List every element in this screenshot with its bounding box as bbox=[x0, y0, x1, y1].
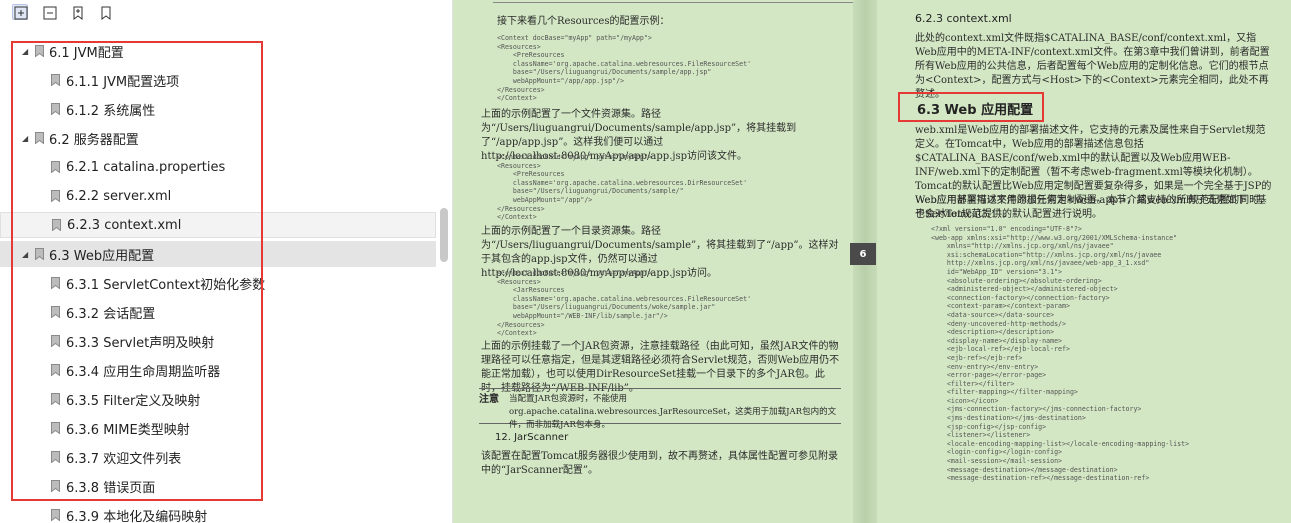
toc-item-label: 6.2 服务器配置 bbox=[49, 132, 139, 148]
toc-item-label: 6.3.1 ServletContext初始化参数 bbox=[66, 277, 266, 293]
toc-item[interactable]: 6.3.7 欢迎文件列表 bbox=[0, 444, 436, 470]
heading-web-app-config: 6.3 Web 应用配置 bbox=[917, 103, 1034, 118]
heading-jarscanner: 12. JarScanner bbox=[495, 432, 569, 443]
expand-arrow-icon[interactable]: ◢ bbox=[22, 250, 28, 259]
left-intro: 接下来看几个Resources的配置示例： bbox=[497, 16, 670, 27]
toc-item-label: 6.3.9 本地化及编码映射 bbox=[66, 509, 208, 523]
add-bookmark-icon[interactable] bbox=[69, 4, 85, 20]
toc-item-label: 6.3.2 会话配置 bbox=[66, 306, 156, 322]
bookmark-icon bbox=[51, 509, 60, 521]
scrollbar-thumb[interactable] bbox=[440, 208, 448, 262]
bookmark-icon bbox=[51, 364, 60, 376]
toc-item[interactable]: 6.2.3 context.xml bbox=[0, 212, 436, 238]
bookmark-icon bbox=[51, 277, 60, 289]
bookmark-sidebar: ◢ 6.1 JVM配置 6.1.1 JVM配置选项 6.1.2 系统属性 ◢ 6.2 服务… bbox=[0, 0, 453, 523]
heading-context-xml: 6.2.3 context.xml bbox=[915, 12, 1012, 25]
toc-item-label: 6.3.8 错误页面 bbox=[66, 480, 156, 496]
toc-item[interactable]: 6.2.2 server.xml bbox=[0, 183, 436, 209]
chapter-tab: 6 bbox=[850, 243, 876, 265]
code-block-1: <Context docBase="myApp" path="/myApp"> … bbox=[497, 34, 752, 103]
toc-item[interactable]: 6.3.5 Filter定义及映射 bbox=[0, 386, 436, 412]
bookmark-icon bbox=[35, 45, 44, 57]
toc-item-label: 6.3 Web应用配置 bbox=[49, 248, 155, 264]
bookmark-icon bbox=[35, 132, 44, 144]
toc-item[interactable]: 6.3.2 会话配置 bbox=[0, 299, 436, 325]
toc-item[interactable]: 6.1.1 JVM配置选项 bbox=[0, 67, 436, 93]
toc-item[interactable]: 6.3.6 MIME类型映射 bbox=[0, 415, 436, 441]
note-text: 当配置JAR包资源时，不能使用org.apache.catalina.webre… bbox=[509, 394, 837, 430]
toc-item[interactable]: ◢ 6.1 JVM配置 bbox=[0, 38, 436, 64]
expand-arrow-icon[interactable]: ◢ bbox=[22, 47, 28, 56]
bookmark-icon bbox=[51, 190, 60, 202]
bookmark-icon bbox=[51, 335, 60, 347]
toc-item-label: 6.1.2 系统属性 bbox=[66, 103, 156, 119]
toc-item-label: 6.1 JVM配置 bbox=[49, 45, 124, 61]
toc-item-label: 6.3.3 Servlet声明及映射 bbox=[66, 335, 215, 351]
expand-arrow-icon[interactable]: ◢ bbox=[22, 134, 28, 143]
bookmark-icon bbox=[35, 248, 44, 260]
note-label: 注意 bbox=[479, 394, 499, 405]
toc-item[interactable]: 6.2.1 catalina.properties bbox=[0, 154, 436, 180]
toc-item-label: 6.1.1 JVM配置选项 bbox=[66, 74, 180, 90]
toc-item-label: 6.3.5 Filter定义及映射 bbox=[66, 393, 201, 409]
sidebar-toolbar bbox=[0, 0, 452, 26]
bookmark-icon bbox=[51, 161, 60, 173]
toc-item[interactable]: 6.3.4 应用生命周期监听器 bbox=[0, 357, 436, 383]
right-para-1: 此处的context.xml文件既指$CATALINA_BASE/conf/co… bbox=[915, 33, 1270, 100]
bookmark-icon bbox=[51, 74, 60, 86]
toc-item-label: 6.3.6 MIME类型映射 bbox=[66, 422, 190, 438]
right-para-3: Web应用部署描述文件的根元素为<web-app>，其支持的所有子元素如下（基于… bbox=[915, 195, 1267, 220]
collapse-all-icon[interactable] bbox=[41, 4, 57, 20]
toc-item-label: 6.2.1 catalina.properties bbox=[66, 159, 226, 175]
toc-item[interactable]: ◢ 6.3 Web应用配置 bbox=[0, 241, 436, 267]
bookmark-icon[interactable] bbox=[97, 4, 113, 20]
bookmark-icon bbox=[51, 393, 60, 405]
toc-item[interactable]: 6.3.9 本地化及编码映射 bbox=[0, 502, 436, 523]
code-block-2: <Context docBase="myApp" path="/myApp"> … bbox=[497, 153, 748, 222]
left-para-4: 该配置在配置Tomcat服务器很少使用到，故不再赘述，具体属性配置可参见附录中的… bbox=[481, 451, 838, 476]
code-block-3: <Context docBase="myApp" path="/myApp"> … bbox=[497, 269, 752, 338]
bookmark-icon bbox=[52, 219, 61, 231]
toc-item[interactable]: 6.3.8 错误页面 bbox=[0, 473, 436, 499]
toc-item-label: 6.3.7 欢迎文件列表 bbox=[66, 451, 182, 467]
expand-all-icon[interactable] bbox=[12, 4, 28, 20]
bookmark-icon bbox=[51, 451, 60, 463]
toc-item[interactable]: 6.3.3 Servlet声明及映射 bbox=[0, 328, 436, 354]
bookmark-icon bbox=[51, 480, 60, 492]
page-left: 接下来看几个Resources的配置示例： <Context docBase="… bbox=[453, 0, 853, 523]
web-app-code: <?xml version="1.0" encoding="UTF-8"?> <… bbox=[931, 225, 1190, 483]
toc-item-label: 6.2.2 server.xml bbox=[66, 188, 172, 204]
scrollbar-track[interactable] bbox=[437, 30, 449, 523]
toc-item-label: 6.3.4 应用生命周期监听器 bbox=[66, 364, 221, 380]
toc-item-label: 6.2.3 context.xml bbox=[67, 217, 182, 233]
toc-item[interactable]: ◢ 6.2 服务器配置 bbox=[0, 125, 436, 151]
bookmark-icon bbox=[51, 422, 60, 434]
header-rule bbox=[493, 2, 853, 3]
bookmark-icon bbox=[51, 103, 60, 115]
toc-item[interactable]: 6.3.1 ServletContext初始化参数 bbox=[0, 270, 436, 296]
page-right: 6.2.3 context.xml 此处的context.xml文件既指$CAT… bbox=[877, 0, 1291, 523]
note-box: 注意 当配置JAR包资源时，不能使用org.apache.catalina.we… bbox=[479, 388, 841, 430]
document-view: 接下来看几个Resources的配置示例： <Context docBase="… bbox=[453, 0, 1291, 523]
toc-item[interactable]: 6.1.2 系统属性 bbox=[0, 96, 436, 122]
bookmark-icon bbox=[51, 306, 60, 318]
